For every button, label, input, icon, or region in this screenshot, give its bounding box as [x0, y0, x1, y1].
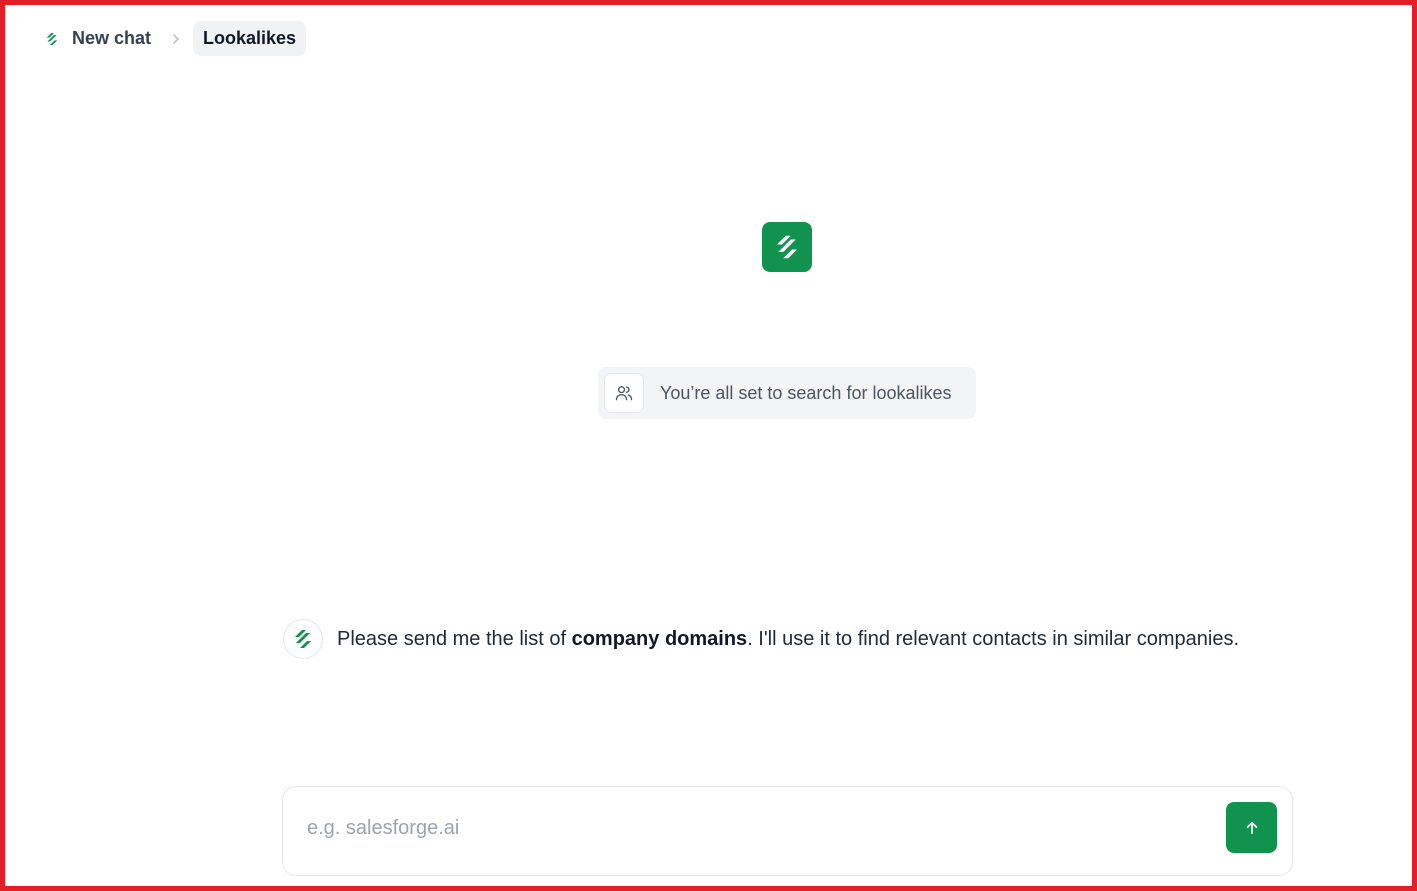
breadcrumb-current-lookalikes[interactable]: Lookalikes: [193, 21, 307, 56]
salesforge-logo-icon: [42, 29, 62, 49]
send-button[interactable]: [1226, 802, 1277, 853]
assistant-avatar: [283, 619, 323, 659]
assistant-message: Please send me the list of company domai…: [283, 619, 1239, 659]
assistant-message-text: Please send me the list of company domai…: [337, 628, 1239, 651]
chat-composer: [282, 786, 1293, 876]
screenshot-frame: [0, 0, 1417, 891]
salesforge-logo-icon: [762, 222, 812, 272]
new-chat-label: New chat: [72, 28, 152, 48]
domain-input[interactable]: [307, 807, 1207, 849]
chevron-right-icon: [159, 33, 193, 45]
salesforge-logo-icon: [295, 630, 311, 648]
breadcrumb: New chat Lookalikes: [34, 21, 307, 56]
message-text-bold: company domains: [571, 627, 748, 650]
message-text-before: Please send me the list of: [337, 627, 572, 650]
status-text: You’re all set to search for lookalikes: [660, 382, 952, 403]
new-chat-link[interactable]: New chat: [34, 21, 159, 56]
users-icon: [604, 373, 644, 413]
message-text-after: . I'll use it to find relevant contacts …: [747, 627, 1239, 650]
arrow-up-icon: [1246, 821, 1257, 834]
status-pill: You’re all set to search for lookalikes: [598, 367, 976, 419]
